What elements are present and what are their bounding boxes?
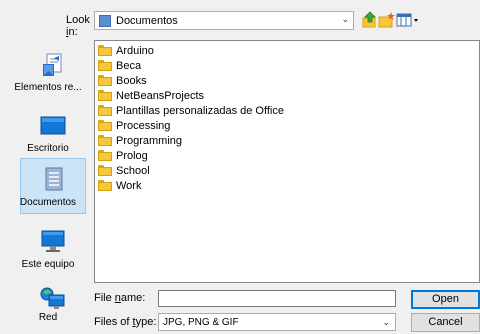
desktop-icon [40,116,66,135]
file-type-value: JPG, PNG & GIF [163,316,239,328]
chevron-down-icon: ⌄ [382,317,390,327]
file-type-combobox[interactable]: JPG, PNG & GIF ⌄ [158,313,396,331]
list-item[interactable]: Books [98,73,147,88]
file-list[interactable]: Arduino Beca Books NetBeansProjects Plan… [94,40,480,283]
folder-icon [98,120,112,131]
recent-items-icon [43,53,62,76]
list-item[interactable]: Prolog [98,148,148,163]
list-view-icon [396,13,418,27]
create-new-folder-button[interactable] [378,11,396,29]
list-item[interactable]: Beca [98,58,141,73]
list-item[interactable]: Plantillas personalizadas de Office [98,103,284,118]
list-item[interactable]: Programming [98,133,182,148]
place-label: Documentos [19,197,77,208]
place-label: Escritorio [27,143,69,154]
file-name-input[interactable] [158,290,396,307]
place-documents[interactable]: Documentos [20,158,86,214]
place-network[interactable]: Red [20,278,86,334]
new-folder-icon [378,12,395,28]
place-label: Elementos re... [14,82,82,93]
look-in-value: Documentos [116,14,178,27]
documents-folder-icon [99,14,111,27]
folder-icon [98,45,112,56]
documents-icon [45,167,63,191]
folder-icon [98,90,112,101]
file-type-label: Files of type: [94,316,157,328]
open-button[interactable]: Open [411,290,480,309]
view-menu-button[interactable] [396,11,420,29]
folder-icon [98,165,112,176]
cancel-button[interactable]: Cancel [411,313,480,332]
place-label: Este equipo [21,259,75,270]
up-folder-icon [362,11,376,28]
file-name-label: File name: [94,292,146,304]
up-one-level-button[interactable] [361,11,379,29]
list-item[interactable]: NetBeansProjects [98,88,204,103]
places-sidebar: Elementos re... Escritorio Documentos Es… [0,41,92,333]
folder-icon [98,180,112,191]
look-in-label: Look in: [66,14,90,38]
folder-icon [98,135,112,146]
folder-icon [98,60,112,71]
list-item[interactable]: Processing [98,118,170,133]
computer-icon [41,230,65,252]
folder-icon [98,105,112,116]
place-recent-items[interactable]: Elementos re... [14,44,86,100]
place-desktop[interactable]: Escritorio [20,105,86,161]
folder-icon [98,150,112,161]
folder-icon [98,75,112,86]
chevron-down-icon: ⌄ [341,14,349,24]
place-label: Red [38,312,58,323]
list-item[interactable]: Arduino [98,43,154,58]
list-item[interactable]: School [98,163,150,178]
list-item[interactable]: Work [98,178,141,193]
network-icon [40,287,65,309]
place-this-pc[interactable]: Este equipo [20,221,86,277]
look-in-combobox[interactable]: Documentos ⌄ [94,11,354,30]
